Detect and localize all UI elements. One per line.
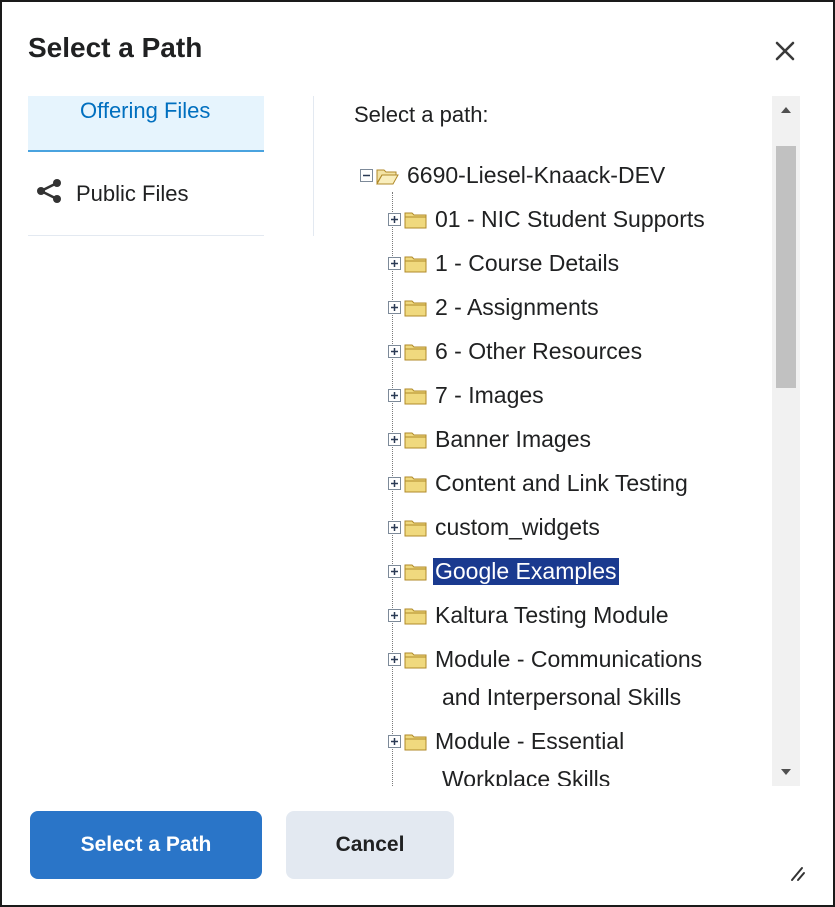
scroll-down-arrow-icon[interactable] xyxy=(772,758,800,786)
expand-icon[interactable] xyxy=(388,213,401,226)
tree-folder[interactable]: Banner Images xyxy=(388,426,591,453)
scroll-up-arrow-icon[interactable] xyxy=(772,96,800,124)
tree-folder[interactable]: Module - Communications xyxy=(388,646,702,673)
tree-folder[interactable]: Kaltura Testing Module xyxy=(388,602,669,629)
tree-folder[interactable]: 1 - Course Details xyxy=(388,250,619,277)
tree-scrollbar[interactable] xyxy=(772,96,800,786)
folder-icon xyxy=(404,608,427,624)
expand-icon[interactable] xyxy=(388,257,401,270)
expand-icon[interactable] xyxy=(388,477,401,490)
resize-grip-icon[interactable] xyxy=(786,862,806,882)
folder-icon xyxy=(404,652,427,668)
tree-folder-label: 6 - Other Resources xyxy=(435,338,643,364)
folder-icon xyxy=(404,300,427,316)
expand-icon[interactable] xyxy=(388,565,401,578)
tree-folder[interactable]: 01 - NIC Student Supports xyxy=(388,206,705,233)
folder-icon xyxy=(404,432,427,448)
folder-icon xyxy=(404,344,427,360)
collapse-icon[interactable] xyxy=(360,169,373,182)
share-icon xyxy=(34,178,76,210)
expand-icon[interactable] xyxy=(388,735,401,748)
expand-icon[interactable] xyxy=(388,301,401,314)
folder-icon xyxy=(404,388,427,404)
select-path-prompt: Select a path: xyxy=(354,102,489,127)
folder-icon xyxy=(404,256,427,272)
select-path-button[interactable]: Select a Path xyxy=(30,811,262,879)
tree-root[interactable]: 6690-Liesel-Knaack-DEV xyxy=(360,162,665,189)
nav-item-label: Public Files xyxy=(76,180,189,206)
tree-folder-selected[interactable]: Google Examples xyxy=(388,558,619,585)
file-source-nav: Offering Files Public Files xyxy=(28,96,264,236)
tree-folder[interactable]: custom_widgets xyxy=(388,514,600,541)
tree-folder-label-continued: Workplace Skills xyxy=(442,766,611,786)
tree-folder[interactable]: 7 - Images xyxy=(388,382,544,409)
nav-item-public-files[interactable]: Public Files xyxy=(28,152,264,236)
tree-folder[interactable]: Module - Essential xyxy=(388,728,624,755)
tree-folder[interactable]: 2 - Assignments xyxy=(388,294,599,321)
tree-folder[interactable]: 6 - Other Resources xyxy=(388,338,642,365)
dialog-title: Select a Path xyxy=(28,32,203,63)
tree-folder-label: custom_widgets xyxy=(435,514,600,540)
nav-item-label: Offering Files xyxy=(80,98,211,123)
tree-folder-label-continued: and Interpersonal Skills xyxy=(442,684,682,710)
tree-folder-label: Google Examples xyxy=(433,558,619,585)
expand-icon[interactable] xyxy=(388,521,401,534)
expand-icon[interactable] xyxy=(388,389,401,402)
folder-icon xyxy=(404,734,427,750)
select-path-dialog: Select a Path Offering Files Public File… xyxy=(0,0,835,907)
tree-folder[interactable]: Content and Link Testing xyxy=(388,470,688,497)
nav-item-offering-files[interactable]: Offering Files xyxy=(28,96,264,152)
folder-open-icon xyxy=(376,169,399,185)
folder-icon xyxy=(404,520,427,536)
expand-icon[interactable] xyxy=(388,345,401,358)
cancel-button[interactable]: Cancel xyxy=(286,811,454,879)
expand-icon[interactable] xyxy=(388,653,401,666)
tree-folder-label: Content and Link Testing xyxy=(435,470,688,496)
tree-folder-label: 01 - NIC Student Supports xyxy=(435,206,705,232)
expand-icon[interactable] xyxy=(388,433,401,446)
tree-folder-label: Module - Communications xyxy=(435,646,703,672)
close-icon[interactable] xyxy=(768,34,802,68)
folder-icon xyxy=(404,564,427,580)
scroll-thumb[interactable] xyxy=(776,146,796,388)
tree-folder-label: Kaltura Testing Module xyxy=(435,602,669,628)
folder-icon xyxy=(404,476,427,492)
tree-folder-label: 2 - Assignments xyxy=(435,294,599,320)
expand-icon[interactable] xyxy=(388,609,401,622)
path-tree-panel[interactable]: Select a path: 6690-Liesel-Knaack-DEV 01… xyxy=(314,96,800,786)
tree-folder-label: Module - Essential xyxy=(435,728,625,754)
folder-icon xyxy=(404,212,427,228)
tree-folder-label: 7 - Images xyxy=(435,382,544,408)
tree-root-label: 6690-Liesel-Knaack-DEV xyxy=(407,162,666,188)
tree-folder-label: 1 - Course Details xyxy=(435,250,620,276)
tree-folder-label: Banner Images xyxy=(435,426,591,452)
